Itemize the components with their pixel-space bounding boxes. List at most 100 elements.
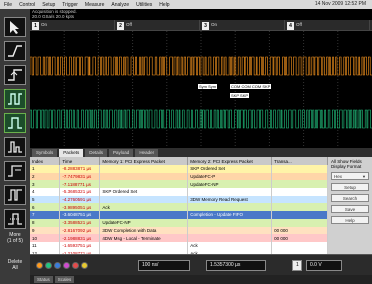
- sample-rate-line: 20.0 GSa/s 20.0 kpts: [32, 14, 75, 19]
- table-row[interactable]: 2 -7.7479831 µs UpdateFC-P: [30, 172, 328, 181]
- channel-2-control[interactable]: 2 Off: [115, 20, 200, 31]
- setup-button[interactable]: Setup: [331, 183, 369, 191]
- channel-2-indicator-icon[interactable]: [45, 262, 52, 269]
- time-per-div-field[interactable]: 100 ns/: [138, 260, 190, 271]
- column-header-transaction[interactable]: Transa...: [271, 157, 328, 165]
- cell-memory1: [99, 211, 189, 219]
- tab-header[interactable]: Header: [135, 149, 159, 157]
- cell-time: -7.1188771 µs: [59, 180, 101, 189]
- table-row[interactable]: 8 -3.3588521 µs UpdateFC-NP: [30, 218, 328, 227]
- tab-status[interactable]: Status: [34, 276, 53, 283]
- cell-memory2: UpdateFC-NP: [187, 180, 273, 189]
- menu-analyze[interactable]: Analyze: [111, 2, 129, 8]
- table-header-row: Index Time Memory 1: PCI Express Packet …: [30, 157, 328, 165]
- tab-packets[interactable]: Packets: [59, 149, 84, 157]
- window-trigger-icon[interactable]: [4, 185, 26, 205]
- cell-transaction: [271, 241, 328, 250]
- menu-help[interactable]: Help: [159, 2, 169, 8]
- cell-index: 9: [30, 226, 61, 235]
- table-row[interactable]: 1 -8.2883871 µs SKP Ordered Set: [30, 165, 328, 173]
- waveform-plot: [29, 31, 372, 148]
- table-row[interactable]: 7 -3.6048751 µs Completion - Update FIFO: [30, 211, 328, 219]
- tab-symbols[interactable]: Symbols: [32, 149, 58, 157]
- menu-utilities[interactable]: Utilities: [136, 2, 152, 8]
- cell-transaction: 00 000: [271, 234, 328, 242]
- zone-trigger-icon[interactable]: [4, 89, 26, 109]
- save-button[interactable]: Save: [331, 205, 369, 213]
- column-header-memory2[interactable]: Memory 2: PCI Express Packet: [187, 157, 273, 165]
- channel-1-control[interactable]: 1 On: [30, 20, 115, 31]
- trigger-channel-field[interactable]: 1: [292, 260, 302, 271]
- help-button[interactable]: Help: [331, 216, 369, 224]
- pulse-trigger-icon[interactable]: [4, 113, 26, 133]
- column-header-memory1[interactable]: Memory 1: PCI Express Packet: [99, 157, 189, 165]
- cell-memory1: [99, 165, 189, 173]
- tab-scales[interactable]: Scales: [54, 276, 75, 283]
- menu-control[interactable]: Control: [19, 2, 35, 8]
- channel-1-indicator-icon[interactable]: [36, 262, 43, 269]
- cell-time: -3.9895051 µs: [59, 203, 101, 212]
- zoom-tool-icon[interactable]: [4, 41, 26, 61]
- cell-transaction: [271, 165, 328, 173]
- runt-trigger-icon[interactable]: [4, 137, 26, 157]
- menu-setup[interactable]: Setup: [42, 2, 55, 8]
- left-toolbar: More (1 of 5) Delete All: [0, 9, 30, 284]
- channel-1-state: On: [41, 22, 48, 28]
- cell-memory2: [187, 203, 273, 212]
- cell-memory2: SKP Ordered Set: [187, 165, 273, 173]
- delay-field[interactable]: 1.5357300 µs: [206, 260, 266, 271]
- channel-3-control[interactable]: 3 On: [200, 20, 285, 31]
- decode-label-3: SKP SKP: [230, 93, 250, 98]
- channel-1-number: 1: [32, 21, 39, 30]
- cell-memory1: [99, 180, 189, 189]
- cell-time: -8.2883871 µs: [59, 165, 101, 173]
- search-button[interactable]: Search: [331, 194, 369, 202]
- memory-indicator-icon[interactable]: [81, 262, 88, 269]
- cell-transaction: [271, 203, 328, 212]
- channel-3-indicator-icon[interactable]: [54, 262, 61, 269]
- table-row[interactable]: 9 -2.8167092 µs 3DW Completion with Data 00…: [30, 226, 328, 235]
- pointer-tool-icon[interactable]: [4, 17, 26, 37]
- timeout-trigger-icon[interactable]: [4, 209, 26, 229]
- trigger-level-field[interactable]: 0.0 V: [306, 260, 342, 271]
- delete-all-button[interactable]: Delete All: [2, 259, 28, 271]
- menu-measure[interactable]: Measure: [85, 2, 104, 8]
- cell-memory2: [187, 226, 273, 235]
- channel-4-control[interactable]: 4 Off: [285, 20, 370, 31]
- tab-payload[interactable]: Payload: [109, 149, 134, 157]
- table-row[interactable]: 6 -3.9895051 µs Ack: [30, 203, 328, 212]
- cell-memory1: SKP Ordered Set: [99, 188, 189, 196]
- tab-details[interactable]: Details: [85, 149, 108, 157]
- table-row[interactable]: 3 -7.1188771 µs UpdateFC-NP: [30, 180, 328, 189]
- cell-index: 8: [30, 218, 61, 227]
- channel-4-indicator-icon[interactable]: [63, 262, 70, 269]
- channel-2-state: Off: [126, 22, 132, 28]
- bottom-control-bar: 100 ns/ 1.5357300 µs 1 0.0 V: [30, 254, 372, 275]
- cell-index: 3: [30, 180, 61, 189]
- setup-hold-trigger-icon[interactable]: [4, 161, 26, 181]
- math-indicator-icon[interactable]: [72, 262, 79, 269]
- cell-index: 1: [30, 165, 61, 173]
- table-row[interactable]: 4 -5.3685321 µs SKP Ordered Set: [30, 188, 328, 196]
- column-header-time[interactable]: Time: [59, 157, 101, 165]
- table-row[interactable]: 10 -2.1988831 µs 4DW Msg - Local - Termina…: [30, 234, 328, 242]
- menu-file[interactable]: File: [4, 2, 12, 8]
- table-row[interactable]: 5 -4.2760591 µs 3DW Memory Read Request: [30, 195, 328, 204]
- packet-table[interactable]: Index Time Memory 1: PCI Express Packet …: [30, 157, 328, 254]
- more-button[interactable]: More (1 of 5): [2, 232, 28, 244]
- cell-time: -7.7479831 µs: [59, 172, 101, 181]
- edge-trigger-icon[interactable]: [4, 65, 26, 85]
- menu-bar: File Control Setup Trigger Measure Analy…: [0, 0, 372, 9]
- decode-label-2: COM COM COM SKP: [230, 84, 272, 89]
- waveform-display[interactable]: Sym Sym COM COM COM SKP SKP SKP: [29, 31, 372, 148]
- status-tabs: Status Scales: [30, 275, 372, 284]
- menu-trigger[interactable]: Trigger: [62, 2, 78, 8]
- display-format-select[interactable]: Hex: [331, 172, 369, 180]
- cell-transaction: [271, 172, 328, 181]
- cell-memory1: [99, 172, 189, 181]
- cell-memory2: UpdateFC-P: [187, 172, 273, 181]
- channel-2-number: 2: [117, 21, 124, 30]
- column-header-index[interactable]: Index: [30, 157, 61, 165]
- cell-memory2: Ack: [187, 241, 273, 250]
- table-row[interactable]: 11 -1.6593751 µs Ack: [30, 241, 328, 250]
